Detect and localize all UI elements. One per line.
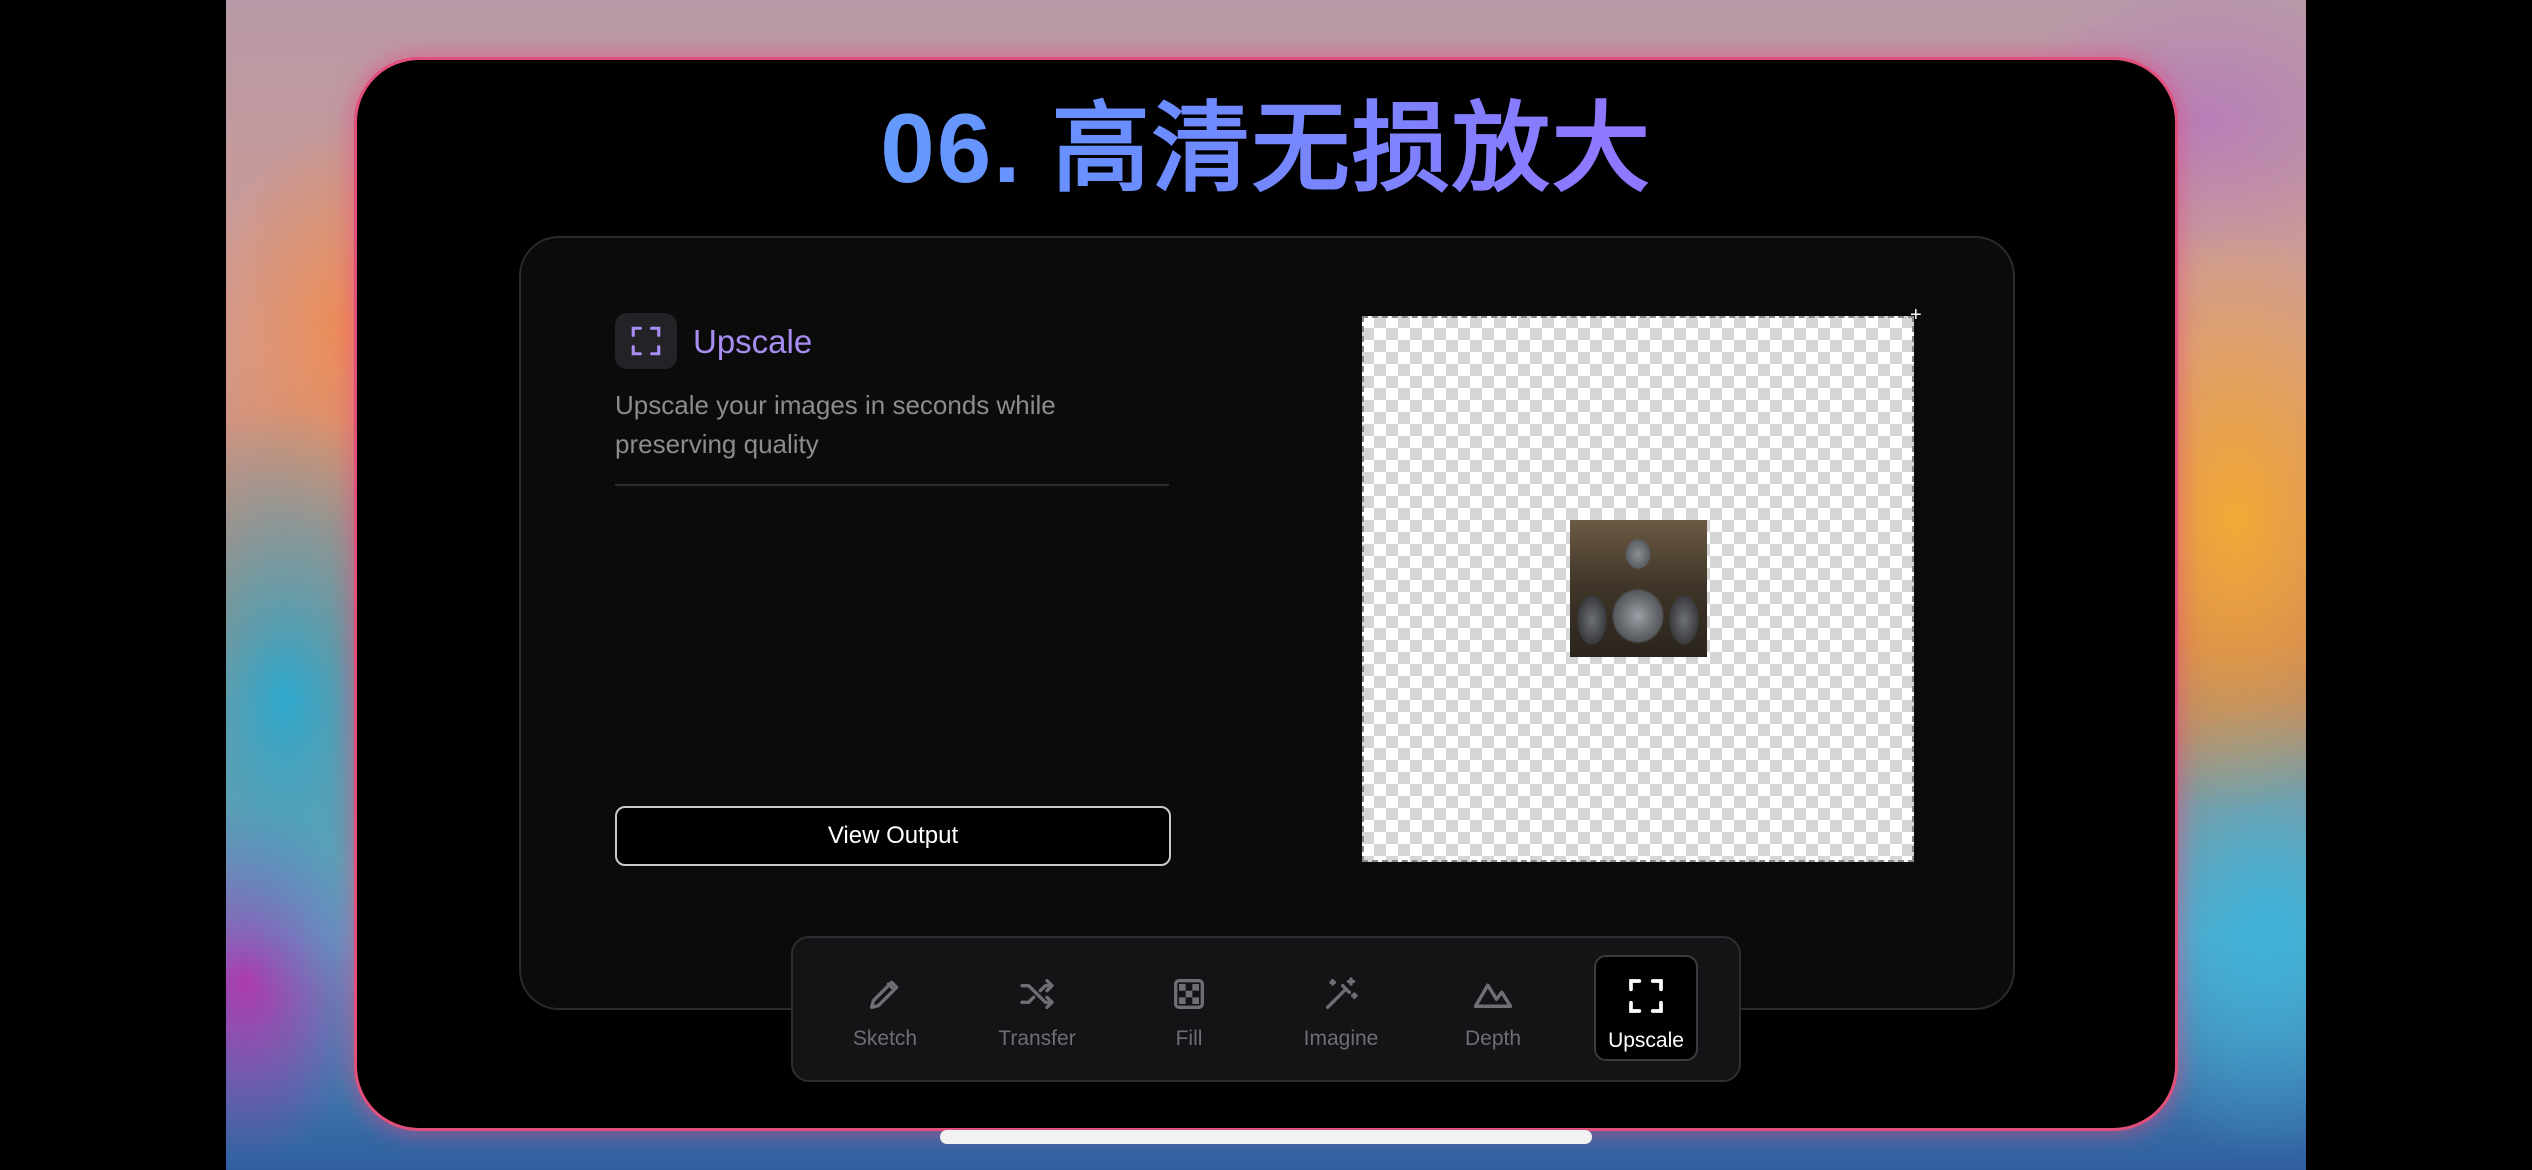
toolbar-label: Depth [1464, 1027, 1522, 1050]
tool-title: Upscale [693, 323, 813, 360]
toolbar-item-imagine[interactable]: Imagine [1289, 955, 1393, 1061]
view-output-button[interactable]: View Output [615, 806, 1171, 866]
knight-image[interactable] [1570, 520, 1707, 657]
checker-grid-icon [1168, 973, 1210, 1015]
toolbar-label: Transfer [998, 1027, 1076, 1050]
page-headline: 06. 高清无损放大 [0, 88, 2532, 208]
shuffle-icon [1016, 973, 1058, 1015]
toolbar-item-depth[interactable]: Depth [1441, 955, 1545, 1061]
resize-handle-icon[interactable]: + [1910, 305, 1922, 325]
toolbar-label: Upscale [1608, 1029, 1684, 1052]
toolbar-label: Sketch [852, 1027, 918, 1050]
home-indicator[interactable] [940, 1130, 1592, 1144]
expand-corners-icon [615, 313, 677, 369]
toolbar-label: Imagine [1303, 1027, 1379, 1050]
toolbar-item-sketch[interactable]: Sketch [833, 955, 937, 1061]
toolbar-item-transfer[interactable]: Transfer [985, 955, 1089, 1061]
divider [615, 484, 1169, 486]
toolbar-label: Fill [1175, 1027, 1203, 1050]
mountain-icon [1472, 973, 1514, 1015]
magic-wand-icon [1320, 973, 1362, 1015]
tool-description: Upscale your images in seconds while pre… [615, 390, 1056, 459]
toolbar-item-fill[interactable]: Fill [1137, 955, 1241, 1061]
pencil-icon [864, 973, 906, 1015]
toolbar-item-upscale[interactable]: Upscale [1594, 955, 1698, 1061]
expand-corners-icon [1625, 975, 1667, 1017]
